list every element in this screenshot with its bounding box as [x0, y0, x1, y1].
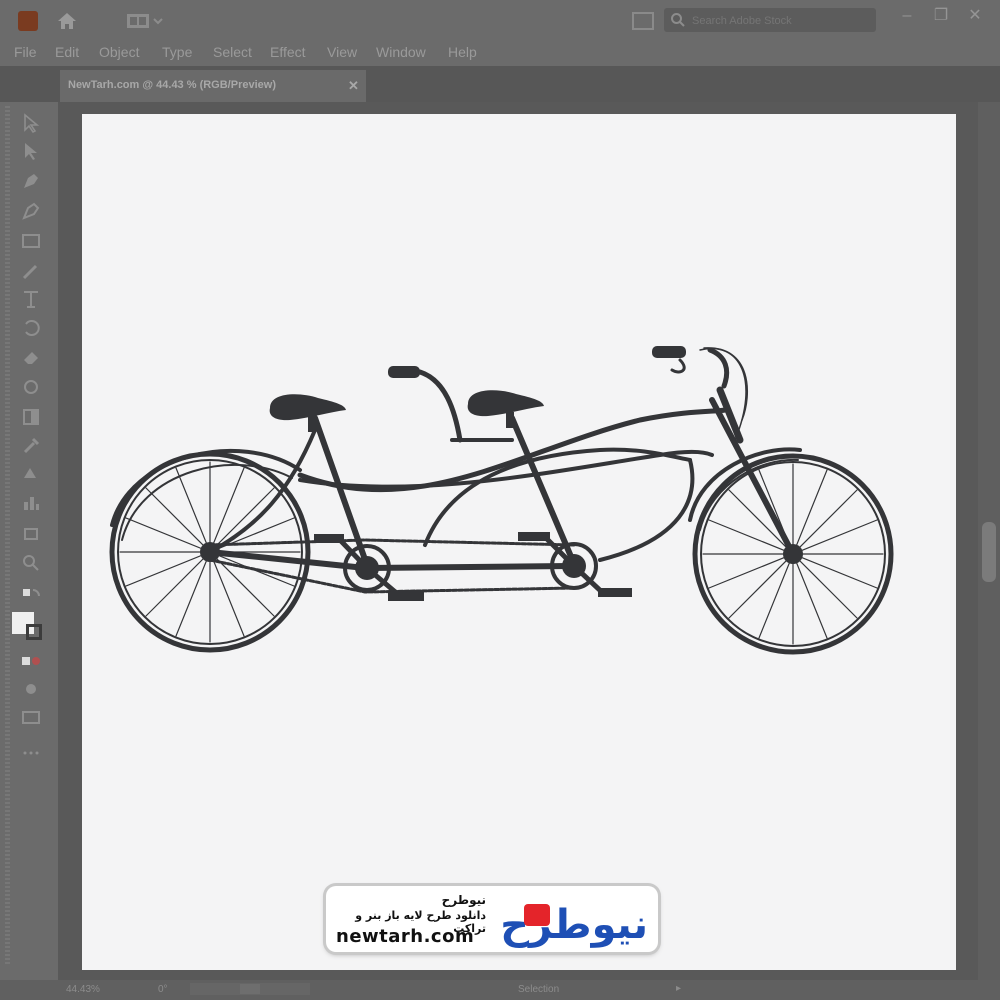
direct-selection-tool-icon[interactable]	[20, 140, 42, 162]
rotate-tool-icon[interactable]	[20, 316, 42, 338]
menu-window[interactable]: Window	[376, 44, 426, 60]
status-menu-arrow-icon[interactable]: ▸	[676, 983, 681, 994]
illustrator-app-icon[interactable]	[18, 11, 38, 31]
search-box[interactable]	[664, 8, 876, 32]
artboard-navigation[interactable]	[190, 983, 310, 995]
stroke-color-swatch[interactable]	[26, 624, 42, 640]
menu-bar: File Edit Object Type Select Effect View…	[0, 40, 1000, 66]
menu-select[interactable]: Select	[213, 44, 252, 60]
status-bar: 44.43% 0° Selection ▸	[0, 980, 1000, 1000]
selection-tool-icon[interactable]	[20, 112, 42, 134]
column-graph-tool-icon[interactable]	[20, 492, 42, 514]
scrollbar-thumb[interactable]	[982, 522, 996, 582]
screen-mode-icon[interactable]	[20, 706, 42, 728]
menu-file[interactable]: File	[14, 44, 37, 60]
eyedropper-tool-icon[interactable]	[20, 434, 42, 456]
type-tool-icon[interactable]	[20, 288, 42, 310]
arrange-documents-icon[interactable]	[632, 12, 654, 30]
title-bar: – ❐ ✕	[0, 0, 1000, 40]
search-input[interactable]	[690, 11, 872, 31]
watermark-url: newtarh.com	[336, 926, 475, 947]
symbol-sprayer-tool-icon[interactable]	[20, 462, 42, 484]
menu-object[interactable]: Object	[99, 44, 139, 60]
artboard-tool-icon[interactable]	[20, 522, 42, 544]
eraser-tool-icon[interactable]	[20, 346, 42, 368]
tandem-bicycle-artwork[interactable]	[100, 330, 900, 670]
tools-panel	[0, 102, 58, 980]
search-icon	[671, 13, 685, 27]
menu-view[interactable]: View	[327, 44, 357, 60]
swap-colors-icon[interactable]	[20, 586, 42, 608]
watermark-brand-name: نیوطرح	[441, 893, 486, 907]
draw-mode-icon[interactable]	[20, 678, 42, 700]
document-tab-bar: NewTarh.com @ 44.43 % (RGB/Preview) ✕	[0, 66, 1000, 102]
pen-tool-icon[interactable]	[20, 170, 42, 192]
restore-button[interactable]: ❐	[930, 6, 952, 26]
minimize-button[interactable]: –	[896, 6, 918, 26]
edit-toolbar-icon[interactable]	[20, 742, 42, 764]
close-icon[interactable]: ✕	[348, 78, 359, 94]
menu-help[interactable]: Help	[448, 44, 477, 60]
curvature-tool-icon[interactable]	[20, 200, 42, 222]
home-icon[interactable]	[56, 10, 78, 32]
menu-effect[interactable]: Effect	[270, 44, 306, 60]
menu-edit[interactable]: Edit	[55, 44, 79, 60]
color-mode-icon[interactable]	[20, 650, 42, 672]
menu-type[interactable]: Type	[162, 44, 192, 60]
workspace-layout-icon[interactable]	[126, 12, 164, 30]
rotation-value[interactable]: 0°	[158, 984, 168, 995]
document-tab-title: NewTarh.com @ 44.43 % (RGB/Preview)	[68, 79, 276, 91]
current-tool-label: Selection	[518, 984, 560, 995]
newtarh-logo: نیوطرح	[500, 902, 648, 948]
zoom-tool-icon[interactable]	[20, 552, 42, 574]
pencil-tool-icon[interactable]	[20, 260, 42, 282]
zoom-level[interactable]: 44.43%	[66, 984, 100, 995]
free-transform-tool-icon[interactable]	[20, 406, 42, 428]
panel-grip[interactable]	[5, 106, 10, 966]
width-tool-icon[interactable]	[20, 376, 42, 398]
rectangle-tool-icon[interactable]	[20, 230, 42, 252]
vertical-scrollbar[interactable]	[978, 102, 1000, 980]
document-tab[interactable]: NewTarh.com @ 44.43 % (RGB/Preview) ✕	[60, 70, 366, 102]
close-window-button[interactable]: ✕	[964, 6, 986, 26]
newtarh-logo-text: نیوطرح	[500, 902, 648, 948]
